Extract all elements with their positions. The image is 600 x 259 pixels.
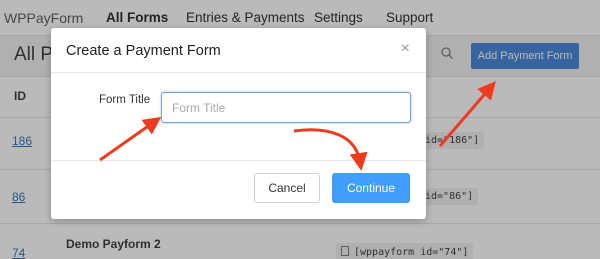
create-form-dialog: Create a Payment Form × Form Title Cance… — [51, 28, 426, 219]
dialog-title: Create a Payment Form — [66, 43, 221, 59]
form-title-label: Form Title — [99, 94, 151, 106]
close-icon[interactable]: × — [401, 40, 410, 58]
dialog-divider — [51, 72, 426, 73]
cancel-button[interactable]: Cancel — [254, 173, 320, 203]
continue-button[interactable]: Continue — [332, 173, 410, 203]
form-title-input[interactable] — [161, 92, 411, 123]
dialog-footer-divider — [51, 160, 426, 161]
